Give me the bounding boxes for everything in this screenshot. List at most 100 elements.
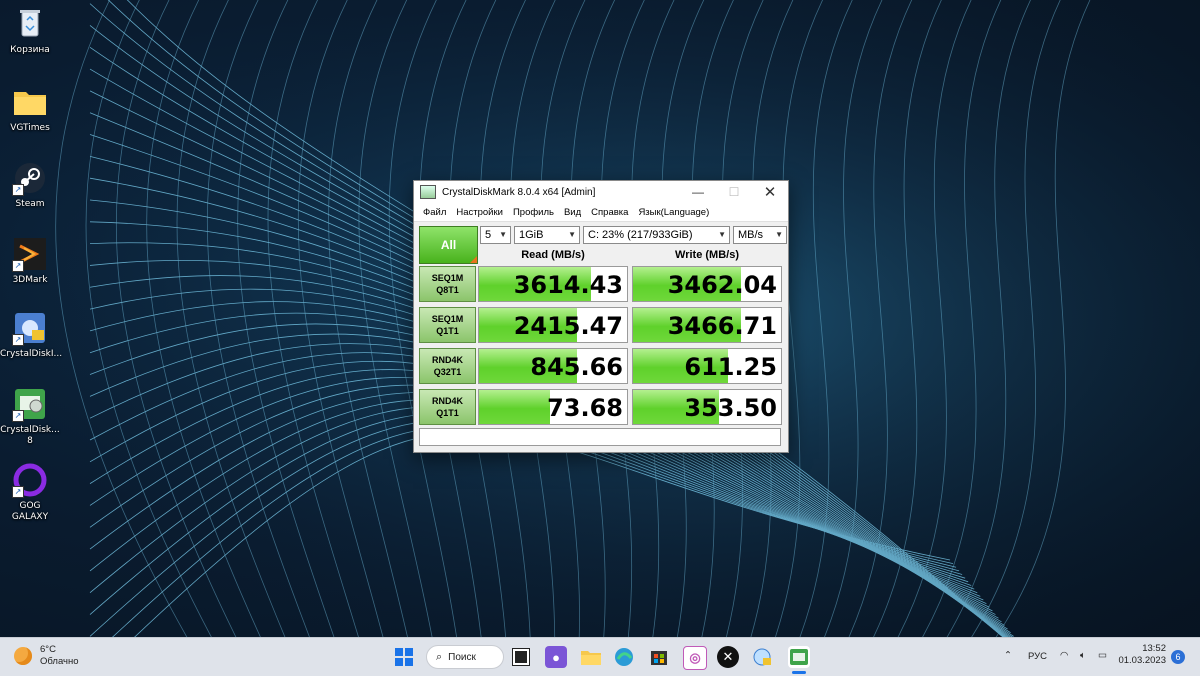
- desktop-icon-recycle-bin[interactable]: Корзина: [0, 6, 60, 56]
- close-icon: ✕: [763, 184, 777, 201]
- write-result-cell: 3462.04: [632, 266, 782, 302]
- taskbar-search[interactable]: ⌕ Поиск: [426, 645, 504, 669]
- chat-icon: ●: [552, 649, 560, 665]
- menu-help[interactable]: Справка: [586, 207, 633, 218]
- menu-profile[interactable]: Профиль: [508, 207, 559, 218]
- close-button[interactable]: ✕: [752, 181, 788, 203]
- weather-temperature: 6°C: [40, 644, 56, 655]
- read-result-cell: 845.66: [478, 348, 628, 384]
- store-button[interactable]: [648, 646, 670, 668]
- test-button-0[interactable]: SEQ1M Q8T1: [419, 266, 476, 302]
- test-count-select[interactable]: 5 ▼: [480, 226, 511, 244]
- shortcut-arrow-icon: ↗: [12, 486, 24, 498]
- write-value: 3466.71: [667, 312, 777, 340]
- task-view-button[interactable]: [510, 646, 532, 668]
- test-button-3[interactable]: RND4K Q1T1: [419, 389, 476, 425]
- test-size-select[interactable]: 1GiB ▼: [514, 226, 580, 244]
- test-label-line2: Q8T1: [436, 285, 459, 295]
- desktop-icon-3dmark[interactable]: ↗ 3DMark: [0, 236, 60, 286]
- test-label-line1: SEQ1M: [431, 273, 464, 283]
- test-button-1[interactable]: SEQ1M Q1T1: [419, 307, 476, 343]
- clock[interactable]: 13:52 01.03.2023: [1118, 643, 1166, 667]
- unit-select[interactable]: MB/s ▼: [733, 226, 787, 244]
- clock-time: 13:52: [1142, 643, 1166, 654]
- window-titlebar[interactable]: CrystalDiskMark 8.0.4 x64 [Admin] — ☐ ✕: [414, 181, 788, 203]
- desktop-icon-gog-galaxy[interactable]: ↗ GOG GALAXY: [0, 462, 60, 523]
- xbox-button[interactable]: ✕: [717, 646, 739, 668]
- write-value: 353.50: [684, 394, 777, 422]
- read-result-cell: 3614.43: [478, 266, 628, 302]
- write-result-cell: 611.25: [632, 348, 782, 384]
- minimize-button[interactable]: —: [680, 181, 716, 203]
- start-button[interactable]: [393, 646, 415, 668]
- minimize-icon: —: [692, 185, 704, 199]
- search-icon: ⌕: [436, 650, 443, 663]
- taskbar: 6°C Облачно ⌕ Поиск ● ◎ ✕ ⌃ РУС ◠ 🔈︎ ▭ 1…: [0, 637, 1200, 676]
- desktop-icon-steam[interactable]: ↗ Steam: [0, 160, 60, 210]
- window-title: CrystalDiskMark 8.0.4 x64 [Admin]: [442, 186, 596, 198]
- test-label-line2: Q32T1: [433, 367, 462, 377]
- test-label-line2: Q1T1: [436, 408, 459, 418]
- menu-bar: Файл Настройки Профиль Вид Справка Язык(…: [414, 203, 788, 222]
- menu-settings[interactable]: Настройки: [451, 207, 508, 218]
- shortcut-arrow-icon: ↗: [12, 334, 24, 346]
- xbox-icon: ✕: [722, 649, 734, 664]
- show-hidden-icons-button[interactable]: ⌃: [1004, 650, 1012, 661]
- read-progress-bar: [479, 390, 551, 424]
- edge-button[interactable]: [613, 646, 635, 668]
- desktop-icon-crystaldiskinfo[interactable]: ↗ CrystalDiskI...: [0, 310, 62, 360]
- recycle-bin-icon: [12, 6, 48, 42]
- maximize-button[interactable]: ☐: [716, 181, 752, 203]
- menu-view[interactable]: Вид: [559, 207, 586, 218]
- comment-field[interactable]: [419, 428, 781, 446]
- test-button-2[interactable]: RND4K Q32T1: [419, 348, 476, 384]
- notification-badge[interactable]: 6: [1171, 650, 1185, 664]
- app-icon: [420, 185, 436, 199]
- chevron-up-icon: ⌃: [1004, 650, 1012, 661]
- read-result-cell: 2415.47: [478, 307, 628, 343]
- corner-mark: [470, 256, 477, 263]
- chat-button[interactable]: ●: [545, 646, 567, 668]
- controls-row: All 5 ▼ 1GiB ▼ C: 23% (217/933GiB) ▼ MB/s ▼: [419, 225, 787, 264]
- file-explorer-icon: [581, 651, 601, 665]
- crystaldiskmark-icon: [790, 649, 808, 665]
- all-button[interactable]: All: [419, 226, 478, 264]
- maximize-icon: ☐: [728, 185, 740, 199]
- photos-icon: ◎: [689, 650, 701, 665]
- test-label-line1: RND4K: [431, 396, 463, 406]
- weather-sun-icon: [14, 647, 32, 665]
- windows-logo-icon: [395, 648, 413, 666]
- chevron-down-icon: ▼: [568, 230, 576, 239]
- volume-icon[interactable]: 🔈︎: [1080, 650, 1086, 661]
- shortcut-arrow-icon: ↗: [12, 260, 24, 272]
- battery-icon[interactable]: ▭: [1098, 650, 1107, 661]
- read-result-cell: 73.68: [478, 389, 628, 425]
- test-label-line2: Q1T1: [436, 326, 459, 336]
- task-view-icon: [512, 648, 530, 666]
- crystaldiskinfo-taskbar-button[interactable]: [751, 646, 773, 668]
- crystaldiskinfo-icon: ↗: [12, 310, 48, 346]
- write-result-cell: 353.50: [632, 389, 782, 425]
- crystaldiskinfo-icon: [753, 648, 771, 666]
- menu-file[interactable]: Файл: [418, 207, 451, 218]
- desktop-icon-crystaldiskmark[interactable]: ↗ CrystalDisk... 8: [0, 386, 60, 447]
- write-result-cell: 3466.71: [632, 307, 782, 343]
- 3dmark-icon: ↗: [12, 236, 48, 272]
- crystaldiskmark-taskbar-button[interactable]: [788, 646, 810, 668]
- weather-widget[interactable]: 6°C Облачно: [14, 644, 79, 668]
- write-value: 3462.04: [667, 271, 777, 299]
- wifi-icon[interactable]: ◠: [1060, 650, 1068, 661]
- menu-language[interactable]: Язык(Language): [633, 207, 714, 218]
- input-language[interactable]: РУС: [1028, 651, 1047, 662]
- read-value: 73.68: [547, 394, 623, 422]
- folder-icon: [12, 84, 48, 120]
- photos-button[interactable]: ◎: [683, 646, 707, 670]
- test-label-line1: RND4K: [431, 355, 463, 365]
- drive-select[interactable]: C: 23% (217/933GiB) ▼: [583, 226, 730, 244]
- chevron-down-icon: ▼: [499, 230, 507, 239]
- store-icon: [651, 651, 667, 665]
- desktop-icon-vgtimes[interactable]: VGTimes: [0, 84, 60, 134]
- file-explorer-button[interactable]: [580, 646, 602, 668]
- edge-icon: [615, 648, 633, 666]
- clock-date: 01.03.2023: [1118, 655, 1166, 666]
